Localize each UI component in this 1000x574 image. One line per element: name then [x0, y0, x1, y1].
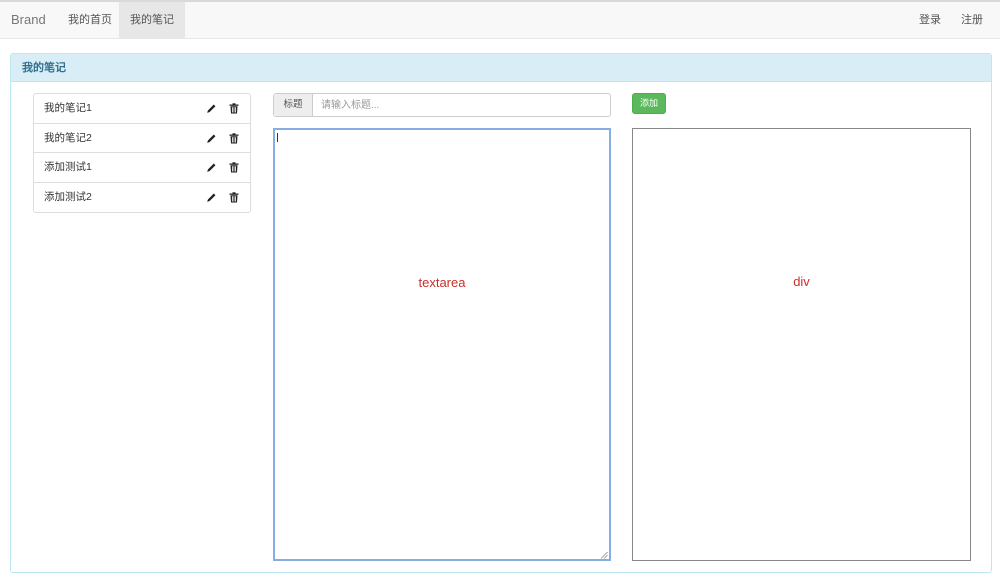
note-textarea[interactable]: textarea	[273, 128, 611, 561]
pencil-icon[interactable]	[204, 153, 218, 182]
panel-title: 我的笔记	[11, 54, 991, 82]
note-item[interactable]: 我的笔记1	[34, 94, 250, 124]
trash-icon[interactable]	[227, 124, 241, 153]
pencil-icon[interactable]	[204, 124, 218, 153]
notes-list: 我的笔记1 我的笔记2 添加测试1 添加测试2	[33, 93, 251, 213]
note-title[interactable]: 我的笔记2	[44, 132, 92, 144]
nav-item-login[interactable]: 登录	[908, 2, 952, 39]
nav-item-my-notes[interactable]: 我的笔记	[119, 2, 185, 39]
title-addon-label: 标题	[274, 94, 313, 116]
note-title[interactable]: 添加测试2	[44, 191, 92, 203]
top-navbar: Brand 我的首页 我的笔记 登录 注册	[0, 0, 1000, 39]
resize-handle-icon[interactable]	[600, 550, 608, 559]
trash-icon[interactable]	[227, 153, 241, 182]
notes-panel: 我的笔记 我的笔记1 我的笔记2 添加测试1 添加测试2 标题 请输入标题...…	[10, 53, 992, 573]
nav-item-register[interactable]: 注册	[950, 2, 994, 39]
add-button[interactable]: 添加	[632, 93, 666, 114]
trash-icon[interactable]	[227, 183, 241, 212]
note-item[interactable]: 添加测试1	[34, 153, 250, 183]
brand-link[interactable]: Brand	[11, 12, 46, 27]
textarea-label: textarea	[418, 275, 466, 290]
pencil-icon[interactable]	[204, 94, 218, 123]
trash-icon[interactable]	[227, 94, 241, 123]
title-input-group: 标题	[273, 93, 611, 117]
note-item[interactable]: 添加测试2	[34, 183, 250, 213]
note-title[interactable]: 添加测试1	[44, 161, 92, 173]
preview-label: div	[793, 274, 810, 289]
text-caret	[277, 133, 278, 142]
note-title[interactable]: 我的笔记1	[44, 102, 92, 114]
pencil-icon[interactable]	[204, 183, 218, 212]
note-item[interactable]: 我的笔记2	[34, 124, 250, 153]
nav-item-home[interactable]: 我的首页	[57, 2, 123, 39]
note-preview: div	[632, 128, 971, 561]
title-input[interactable]	[313, 94, 610, 116]
